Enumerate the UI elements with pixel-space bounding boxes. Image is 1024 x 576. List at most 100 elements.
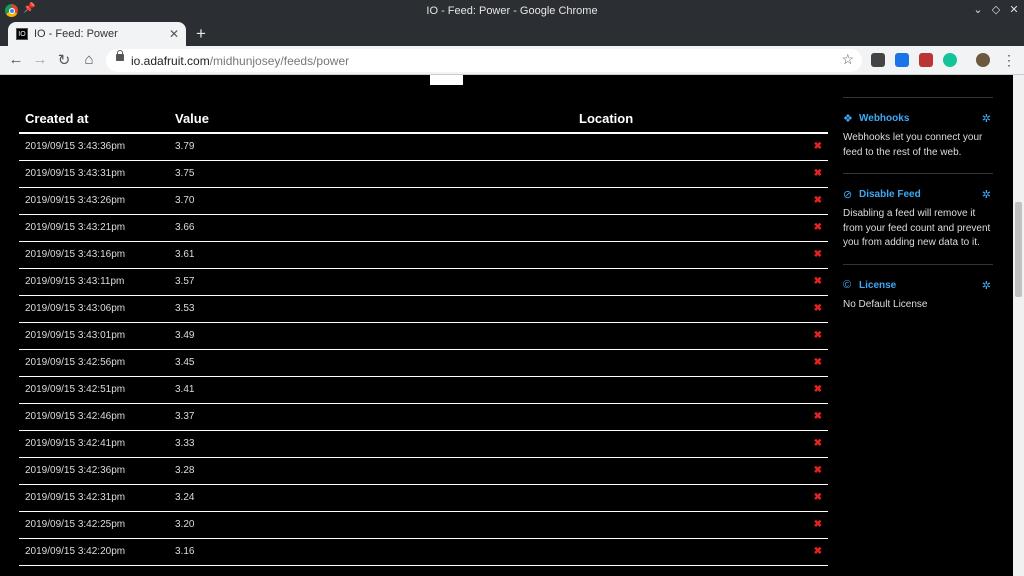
location-cell <box>573 538 798 566</box>
delete-icon[interactable]: ✖ <box>798 349 828 377</box>
delete-icon[interactable]: ✖ <box>798 484 828 512</box>
location-cell <box>573 403 798 431</box>
value-cell: 3.45 <box>169 349 573 377</box>
delete-icon[interactable]: ✖ <box>798 133 828 161</box>
page-size-select[interactable] <box>430 75 463 85</box>
delete-icon[interactable]: ✖ <box>798 295 828 323</box>
created-at-cell: 2019/09/15 3:43:26pm <box>19 187 169 215</box>
table-row: 2019/09/15 3:42:31pm 3.24 ✖ <box>19 484 828 512</box>
minimize-icon[interactable]: ⌄ <box>970 3 986 16</box>
created-at-cell: 2019/09/15 3:43:36pm <box>19 133 169 161</box>
home-button[interactable]: ⌂ <box>80 51 98 68</box>
created-at-cell: 2019/09/15 3:42:25pm <box>19 511 169 539</box>
lock-icon[interactable] <box>116 50 124 61</box>
table-row: 2019/09/15 3:42:41pm 3.33 ✖ <box>19 430 828 458</box>
value-cell: 3.61 <box>169 241 573 269</box>
created-at-cell: 2019/09/15 3:43:11pm <box>19 268 169 296</box>
value-cell: 3.70 <box>169 187 573 215</box>
location-cell <box>573 322 798 350</box>
table-row: 2019/09/15 3:43:26pm 3.70 ✖ <box>19 187 828 215</box>
location-cell <box>573 241 798 269</box>
forward-button[interactable]: → <box>31 51 49 68</box>
table-row: 2019/09/15 3:42:51pm 3.41 ✖ <box>19 376 828 404</box>
value-cell: 3.75 <box>169 160 573 188</box>
value-cell: 3.66 <box>169 214 573 242</box>
profile-avatar[interactable] <box>976 53 990 67</box>
grammarly-icon[interactable] <box>943 53 957 67</box>
back-button[interactable]: ← <box>7 51 25 68</box>
created-at-cell: 2019/09/15 3:42:20pm <box>19 538 169 566</box>
location-cell <box>573 187 798 215</box>
value-cell: 3.41 <box>169 376 573 404</box>
delete-icon[interactable]: ✖ <box>798 187 828 215</box>
disable-feed-title[interactable]: Disable Feed <box>859 189 921 200</box>
webhooks-gear-icon[interactable]: ✲ <box>982 112 991 125</box>
table-row: 2019/09/15 3:43:21pm 3.66 ✖ <box>19 214 828 242</box>
location-cell <box>573 133 798 161</box>
delete-icon[interactable]: ✖ <box>798 241 828 269</box>
reload-button[interactable]: ↻ <box>55 51 73 69</box>
maximize-icon[interactable]: ◇ <box>988 3 1004 16</box>
table-row: 2019/09/15 3:42:46pm 3.37 ✖ <box>19 403 828 431</box>
chrome-menu-icon[interactable]: ⋮ <box>1002 52 1016 69</box>
webhooks-title[interactable]: Webhooks <box>859 113 909 124</box>
disable-icon: ⊘ <box>843 189 853 201</box>
created-at-cell: 2019/09/15 3:42:51pm <box>19 376 169 404</box>
created-at-cell: 2019/09/15 3:43:06pm <box>19 295 169 323</box>
delete-icon[interactable]: ✖ <box>798 322 828 350</box>
delete-icon[interactable]: ✖ <box>798 403 828 431</box>
location-cell <box>573 295 798 323</box>
delete-icon[interactable]: ✖ <box>798 160 828 188</box>
scrollbar-thumb[interactable] <box>1015 202 1022 297</box>
delete-icon[interactable]: ✖ <box>798 214 828 242</box>
page-scrollbar[interactable] <box>1013 75 1024 576</box>
location-cell <box>573 268 798 296</box>
url-host: io.adafruit.com <box>131 54 210 68</box>
tab-io-feed-power[interactable]: IO IO - Feed: Power ✕ <box>8 22 186 46</box>
table-header-row: Created at Value Location <box>19 105 828 134</box>
value-cell: 3.16 <box>169 538 573 566</box>
extension-1-icon[interactable] <box>871 53 885 67</box>
copyright-icon: © <box>843 278 852 291</box>
delete-icon[interactable]: ✖ <box>798 538 828 566</box>
tab-label: IO - Feed: Power <box>34 28 118 40</box>
value-cell: 3.49 <box>169 322 573 350</box>
browser-toolbar: ← → ↻ ⌂ io.adafruit.com/midhunjosey/feed… <box>0 46 1024 75</box>
table-row: 2019/09/15 3:42:36pm 3.28 ✖ <box>19 457 828 485</box>
location-cell <box>573 214 798 242</box>
location-cell <box>573 376 798 404</box>
disable-gear-icon[interactable]: ✲ <box>982 188 991 201</box>
delete-icon[interactable]: ✖ <box>798 268 828 296</box>
table-row: 2019/09/15 3:43:16pm 3.61 ✖ <box>19 241 828 269</box>
created-at-cell: 2019/09/15 3:42:31pm <box>19 484 169 512</box>
table-row: 2019/09/15 3:43:01pm 3.49 ✖ <box>19 322 828 350</box>
tab-close-icon[interactable]: ✕ <box>169 27 179 41</box>
delete-icon[interactable]: ✖ <box>798 376 828 404</box>
license-gear-icon[interactable]: ✲ <box>982 279 991 292</box>
delete-icon[interactable]: ✖ <box>798 511 828 539</box>
header-value: Value <box>169 105 573 134</box>
value-cell: 3.37 <box>169 403 573 431</box>
location-cell <box>573 430 798 458</box>
delete-icon[interactable]: ✖ <box>798 430 828 458</box>
bookmark-star-icon[interactable]: ☆ <box>841 51 854 68</box>
license-title[interactable]: License <box>859 280 896 291</box>
table-row: 2019/09/15 3:43:36pm 3.79 ✖ <box>19 133 828 161</box>
value-cell: 3.28 <box>169 457 573 485</box>
webhooks-description: Webhooks let you connect your feed to th… <box>843 132 983 158</box>
location-cell <box>573 160 798 188</box>
created-at-cell: 2019/09/15 3:43:31pm <box>19 160 169 188</box>
close-window-icon[interactable]: ✕ <box>1006 3 1022 16</box>
value-cell: 3.79 <box>169 133 573 161</box>
new-tab-button[interactable]: + <box>196 24 206 44</box>
table-row: 2019/09/15 3:43:06pm 3.53 ✖ <box>19 295 828 323</box>
created-at-cell: 2019/09/15 3:43:01pm <box>19 322 169 350</box>
extension-2-icon[interactable] <box>895 53 909 67</box>
location-cell <box>573 349 798 377</box>
window-title: IO - Feed: Power - Google Chrome <box>426 5 598 17</box>
table-row: 2019/09/15 3:43:31pm 3.75 ✖ <box>19 160 828 188</box>
extension-3-icon[interactable] <box>919 53 933 67</box>
table-row: 2019/09/15 3:43:11pm 3.57 ✖ <box>19 268 828 296</box>
delete-icon[interactable]: ✖ <box>798 457 828 485</box>
address-bar[interactable]: io.adafruit.com/midhunjosey/feeds/power … <box>106 49 862 72</box>
